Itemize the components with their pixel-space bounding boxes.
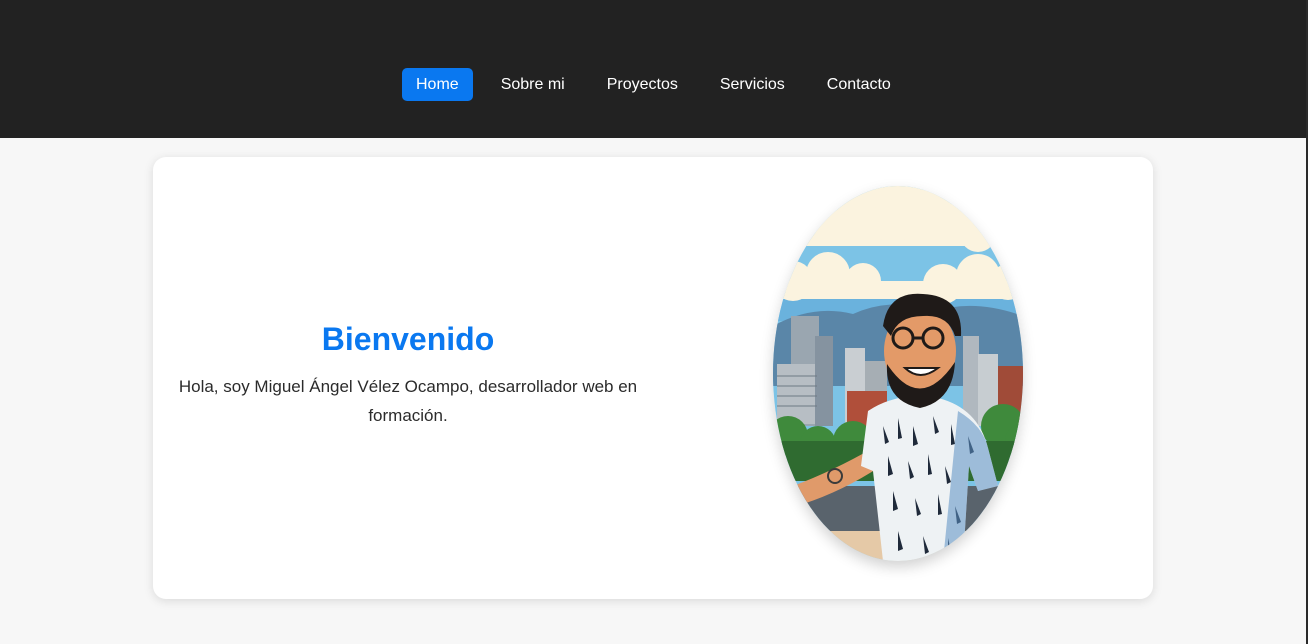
top-header: Home Sobre mi Proyectos Servicios Contac… [0, 0, 1306, 138]
main-nav: Home Sobre mi Proyectos Servicios Contac… [402, 68, 919, 101]
profile-illustration [773, 186, 1023, 561]
nav-sobre-mi-link[interactable]: Sobre mi [487, 68, 579, 101]
illustrated-avatar-icon [773, 186, 1023, 561]
hero-title: Bienvenido [321, 321, 495, 357]
nav-home-link[interactable]: Home [402, 68, 473, 101]
nav-servicios-link[interactable]: Servicios [706, 68, 799, 101]
hero-subtitle: Hola, soy Miguel Ángel Vélez Ocampo, des… [178, 377, 638, 425]
hero-intro: Bienvenido Hola, soy Miguel Ángel Vélez … [173, 317, 643, 430]
hero-card: Bienvenido Hola, soy Miguel Ángel Vélez … [153, 157, 1153, 599]
nav-contacto-link[interactable]: Contacto [813, 68, 905, 101]
nav-proyectos-link[interactable]: Proyectos [593, 68, 692, 101]
